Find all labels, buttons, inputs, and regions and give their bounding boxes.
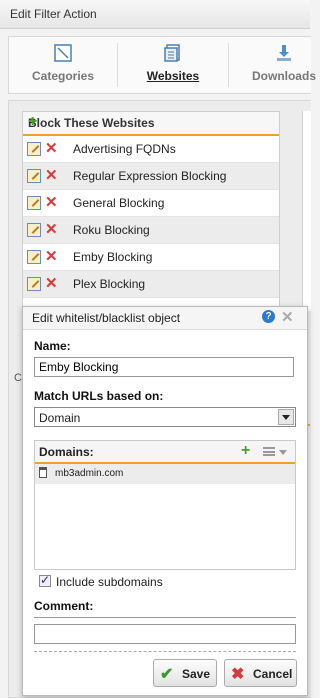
add-icon[interactable]: + (28, 113, 271, 131)
allow-websites-panel-edge (302, 111, 311, 311)
tab-bar: Categories Websites Downloads (8, 36, 316, 94)
tab-websites[interactable]: Websites (118, 37, 228, 93)
block-websites-panel: Block These Websites + ✕ Advertising FQD… (22, 111, 280, 313)
name-label: Name: (34, 339, 71, 353)
dialog-title: Edit whitelist/blacklist object (32, 311, 181, 325)
comment-input[interactable] (34, 624, 296, 644)
include-subdomains-checkbox[interactable] (39, 573, 51, 587)
list-item[interactable]: ✕ Emby Blocking (23, 244, 279, 271)
list-item[interactable]: ✕ General Blocking (23, 190, 279, 217)
block-websites-header: Block These Websites + (23, 112, 279, 136)
list-menu-icon[interactable] (263, 447, 275, 456)
dialog-titlebar: Edit whitelist/blacklist object ? ✕ (23, 307, 307, 330)
save-label: Save (182, 667, 211, 681)
window-title: Edit Filter Action (10, 7, 97, 21)
save-button[interactable]: ✔ Save (153, 659, 217, 687)
match-urls-select[interactable]: Domain (34, 407, 296, 427)
edit-icon[interactable] (27, 196, 41, 210)
name-input[interactable] (34, 357, 294, 377)
domains-panel: Domains: + mb3admin.com (34, 440, 296, 570)
list-item-label: Regular Expression Blocking (73, 169, 227, 183)
trash-icon[interactable] (39, 467, 47, 478)
add-domain-icon[interactable]: + (241, 442, 250, 460)
delete-icon[interactable]: ✕ (45, 274, 58, 292)
downloads-icon (277, 45, 291, 61)
categories-icon (54, 44, 72, 62)
list-item-label: Plex Blocking (73, 277, 146, 291)
list-item-label: Emby Blocking (73, 250, 153, 264)
close-icon[interactable]: ✕ (281, 308, 294, 326)
delete-icon[interactable]: ✕ (45, 193, 58, 211)
comment-divider (34, 617, 296, 618)
tab-label: Websites (146, 69, 200, 83)
tab-categories[interactable]: Categories (9, 37, 117, 93)
edit-icon[interactable] (27, 250, 41, 264)
edit-object-dialog: Edit whitelist/blacklist object ? ✕ Name… (22, 306, 308, 696)
edit-icon[interactable] (27, 142, 41, 156)
comment-label: Comment: (34, 599, 94, 613)
section-label: C (14, 372, 22, 384)
list-item[interactable]: ✕ Plex Blocking (23, 271, 279, 298)
cancel-label: Cancel (253, 667, 293, 681)
list-item[interactable]: ✕ Regular Expression Blocking (23, 163, 279, 190)
domain-value: mb3admin.com (55, 468, 124, 479)
tab-downloads[interactable]: Downloads (229, 37, 320, 93)
delete-icon[interactable]: ✕ (45, 166, 58, 184)
help-icon[interactable]: ? (262, 310, 275, 323)
cancel-icon: ✖ (231, 666, 245, 683)
list-item[interactable]: ✕ Roku Blocking (23, 217, 279, 244)
domain-item[interactable]: mb3admin.com (35, 464, 295, 484)
list-item[interactable]: ✕ Advertising FQDNs (23, 136, 279, 163)
edit-icon[interactable] (27, 277, 41, 291)
window-titlebar: Edit Filter Action (0, 0, 310, 29)
check-icon: ✔ (160, 666, 174, 683)
chevron-down-icon[interactable] (279, 450, 287, 455)
match-label: Match URLs based on: (34, 389, 164, 403)
edit-icon[interactable] (27, 169, 41, 183)
list-item-label: Roku Blocking (73, 223, 150, 237)
websites-icon (164, 44, 180, 62)
chevron-down-icon[interactable] (278, 409, 294, 425)
cancel-button[interactable]: ✖ Cancel (224, 659, 297, 687)
tab-label: Categories (31, 69, 95, 83)
match-urls-value: Domain (39, 411, 81, 425)
tab-label: Downloads (251, 69, 316, 83)
list-item-label: Advertising FQDNs (73, 142, 176, 156)
button-divider (34, 651, 296, 652)
domains-label: Domains: (39, 445, 94, 459)
delete-icon[interactable]: ✕ (45, 220, 58, 238)
list-item-label: General Blocking (73, 196, 165, 210)
delete-icon[interactable]: ✕ (45, 139, 58, 157)
domains-header: Domains: + (35, 441, 295, 464)
delete-icon[interactable]: ✕ (45, 247, 58, 265)
edit-icon[interactable] (27, 223, 41, 237)
include-subdomains-label: Include subdomains (56, 575, 163, 589)
